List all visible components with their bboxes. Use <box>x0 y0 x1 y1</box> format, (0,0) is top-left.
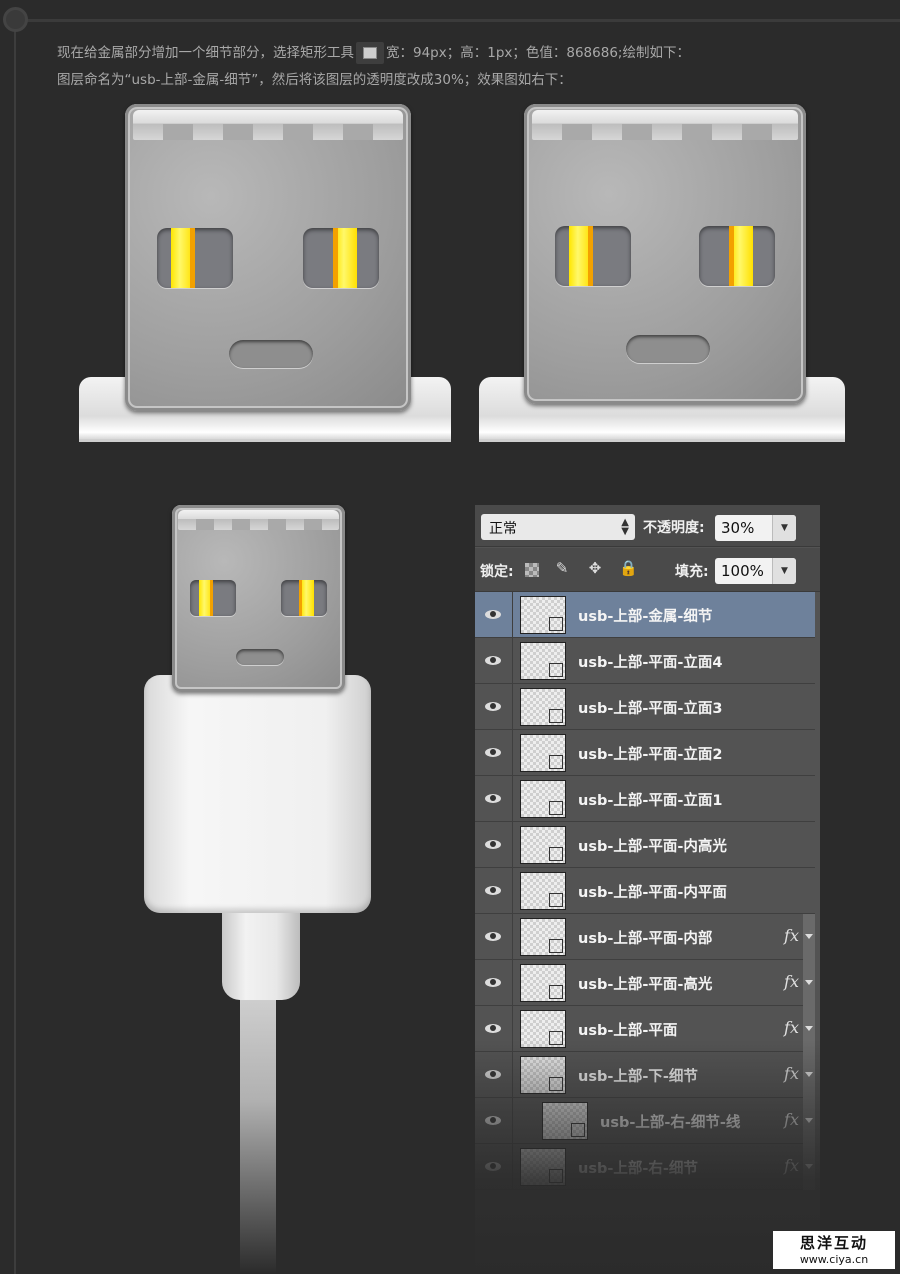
layer-name: usb-上部-平面-立面4 <box>578 655 723 671</box>
eye-icon[interactable] <box>475 638 513 684</box>
layer-row[interactable]: usb-上部-平面-立面2 <box>475 730 815 776</box>
blend-bar: 正常 ▲ ▼ 不透明度: 30% ▼ <box>475 505 820 547</box>
opacity-label: 不透明度: <box>643 520 705 536</box>
layer-thumbnail <box>520 872 566 910</box>
fill-value: 100% <box>721 562 764 580</box>
layer-thumbnail <box>520 918 566 956</box>
cable-neck <box>222 900 300 1000</box>
connector-slot <box>229 340 313 368</box>
panel-fade <box>475 1040 820 1274</box>
layer-row[interactable]: usb-上部-平面-立面1 <box>475 776 815 822</box>
padlock-icon[interactable]: 🔒 <box>619 559 638 577</box>
fx-expand-icon[interactable] <box>803 914 815 960</box>
watermark-name: 思洋互动 <box>799 1234 868 1252</box>
chevron-down-icon[interactable]: ▼ <box>772 515 796 541</box>
brush-icon[interactable]: ✎ <box>553 559 571 577</box>
move-icon[interactable]: ✥ <box>586 559 604 577</box>
timeline-dot <box>3 7 28 32</box>
cable-plug-body <box>144 675 371 913</box>
eye-icon[interactable] <box>475 776 513 822</box>
updown-arrow-icon: ▲ ▼ <box>621 517 629 537</box>
fx-expand-icon[interactable] <box>803 960 815 1006</box>
metal-top <box>178 510 339 530</box>
layer-thumbnail <box>520 688 566 726</box>
eye-icon[interactable] <box>475 960 513 1006</box>
eye-icon[interactable] <box>475 684 513 730</box>
usb-illustration-after <box>479 100 845 442</box>
layer-thumbnail <box>520 596 566 634</box>
usb-cable-illustration <box>140 505 375 1274</box>
layer-name: usb-上部-平面-立面3 <box>578 701 723 717</box>
opacity-input[interactable]: 30% ▼ <box>715 515 796 541</box>
intro-line1-b: 宽：94px；高：1px；色值：868686;绘制如下： <box>386 45 690 61</box>
eye-icon[interactable] <box>475 868 513 914</box>
watermark-logo: 思洋互动 www.ciya.cn <box>773 1231 895 1269</box>
connector-slot <box>626 335 710 363</box>
fill-input[interactable]: 100% ▼ <box>715 558 796 584</box>
metal-top <box>133 110 403 140</box>
fx-icon[interactable]: fx <box>784 1018 799 1037</box>
rectangle-tool-icon <box>356 42 384 64</box>
layer-name: usb-上部-平面-内高光 <box>578 839 727 855</box>
opacity-value: 30% <box>721 519 755 537</box>
layer-thumbnail <box>520 734 566 772</box>
layer-thumbnail <box>520 964 566 1002</box>
intro-line1-a: 现在给金属部分增加一个细节部分，选择矩形工具 <box>57 45 354 61</box>
watermark-url: www.ciya.cn <box>799 1253 869 1266</box>
layer-thumbnail <box>520 826 566 864</box>
connector-hole-right <box>303 228 379 288</box>
lock-transparent-icon[interactable] <box>525 563 539 577</box>
connector-hole-left <box>190 580 236 616</box>
layer-name: usb-上部-金属-细节 <box>578 609 713 625</box>
blend-mode-select[interactable]: 正常 ▲ ▼ <box>481 514 635 540</box>
timeline-line <box>14 20 16 1274</box>
layer-name: usb-上部-平面-立面1 <box>578 793 723 809</box>
connector-hole-left <box>157 228 233 288</box>
layer-row[interactable]: usb-上部-金属-细节 <box>475 592 815 638</box>
layer-row[interactable]: usb-上部-平面-内高光 <box>475 822 815 868</box>
chevron-down-icon[interactable]: ▼ <box>772 558 796 584</box>
connector-hole-right <box>281 580 327 616</box>
fx-icon[interactable]: fx <box>784 972 799 991</box>
layer-name: usb-上部-平面 <box>578 1023 678 1039</box>
layer-thumbnail <box>520 780 566 818</box>
layer-row[interactable]: usb-上部-平面-高光 fx <box>475 960 815 1006</box>
usb-illustration-before <box>79 100 451 442</box>
blend-mode-value: 正常 <box>489 521 517 537</box>
eye-icon[interactable] <box>475 822 513 868</box>
eye-icon[interactable] <box>475 730 513 776</box>
layer-name: usb-上部-平面-内部 <box>578 931 713 947</box>
timeline-bar <box>14 19 900 22</box>
layer-row[interactable]: usb-上部-平面-立面3 <box>475 684 815 730</box>
eye-icon[interactable] <box>475 914 513 960</box>
connector-hole-left <box>555 226 631 286</box>
layer-row[interactable]: usb-上部-平面-内部 fx <box>475 914 815 960</box>
eye-icon[interactable] <box>475 592 513 638</box>
layer-row[interactable]: usb-上部-平面-立面4 <box>475 638 815 684</box>
layer-name: usb-上部-平面-立面2 <box>578 747 723 763</box>
intro-line2: 图层命名为“usb-上部-金属-细节”，然后将该图层的透明度改成30%；效果图如… <box>57 72 572 88</box>
layer-thumbnail <box>520 642 566 680</box>
cable-wire <box>240 985 276 1274</box>
fill-label: 填充: <box>675 564 709 580</box>
layer-row[interactable]: usb-上部-平面-内平面 <box>475 868 815 914</box>
metal-top <box>532 110 798 140</box>
lock-label: 锁定: <box>480 564 514 580</box>
layer-name: usb-上部-平面-内平面 <box>578 885 727 901</box>
intro-text: 现在给金属部分增加一个细节部分，选择矩形工具 宽：94px；高：1px；色值：86… <box>57 40 877 94</box>
connector-hole-right <box>699 226 775 286</box>
lock-bar: 锁定: ✎ ✥ 🔒 填充: 100% ▼ <box>475 548 820 592</box>
fx-icon[interactable]: fx <box>784 926 799 945</box>
layer-name: usb-上部-平面-高光 <box>578 977 713 993</box>
connector-slot <box>236 649 284 665</box>
